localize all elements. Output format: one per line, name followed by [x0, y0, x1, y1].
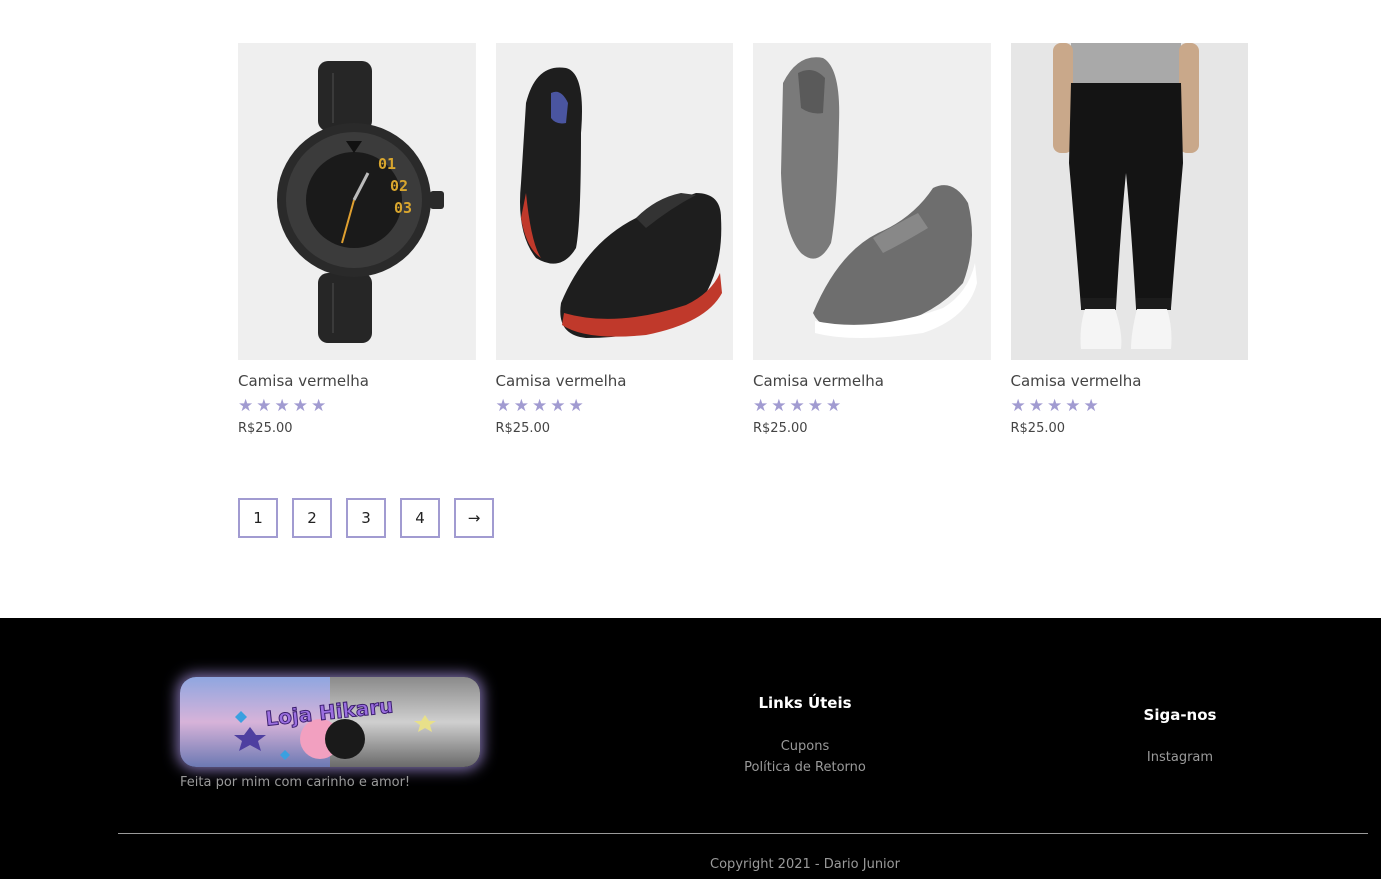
- star-icon: ★: [292, 396, 308, 416]
- product-image-black-sneakers[interactable]: [495, 43, 733, 360]
- product-title[interactable]: Camisa vermelha: [753, 372, 991, 390]
- page: 01 02 03 Camisa vermelha ★ ★ ★ ★ ★ R$25.…: [0, 0, 1381, 879]
- star-icon: ★: [1028, 396, 1044, 416]
- copyright-text: Copyright 2021 - Dario Junior: [710, 857, 900, 872]
- star-icon: ★: [532, 396, 548, 416]
- footer-link-politica-retorno[interactable]: Política de Retorno: [705, 760, 905, 775]
- product-price: R$25.00: [495, 421, 551, 436]
- useful-links-heading: Links Úteis: [758, 694, 852, 712]
- page-3-button[interactable]: 3: [346, 498, 386, 538]
- svg-text:02: 02: [390, 177, 408, 195]
- star-icon: ★: [256, 396, 272, 416]
- star-icon: ★: [238, 396, 254, 416]
- star-icon: ★: [1010, 396, 1026, 416]
- footer: Loja Hikaru Feita por mim com carinho e …: [0, 618, 1381, 879]
- product-price: R$25.00: [238, 421, 293, 436]
- star-icon: ★: [753, 396, 769, 416]
- product-card: Camisa vermelha ★ ★ ★ ★ ★ R$25.00: [495, 43, 734, 436]
- pagination: 1 2 3 4 →: [238, 498, 494, 538]
- page-4-button[interactable]: 4: [400, 498, 440, 538]
- rating-stars: ★ ★ ★ ★ ★: [238, 396, 476, 416]
- product-grid: 01 02 03 Camisa vermelha ★ ★ ★ ★ ★ R$25.…: [238, 43, 1248, 436]
- footer-link-cupons[interactable]: Cupons: [705, 739, 905, 754]
- rating-stars: ★ ★ ★ ★ ★: [1010, 396, 1249, 416]
- star-icon: ★: [1065, 396, 1081, 416]
- product-card: Camisa vermelha ★ ★ ★ ★ ★ R$25.00: [1010, 43, 1249, 436]
- product-image-watch[interactable]: 01 02 03: [238, 43, 476, 360]
- product-title[interactable]: Camisa vermelha: [496, 372, 734, 390]
- product-title[interactable]: Camisa vermelha: [1011, 372, 1249, 390]
- star-icon: ★: [807, 396, 823, 416]
- product-title[interactable]: Camisa vermelha: [238, 372, 476, 390]
- product-price: R$25.00: [753, 421, 808, 436]
- svg-text:03: 03: [394, 199, 412, 217]
- next-page-button[interactable]: →: [454, 498, 494, 538]
- star-icon: ★: [789, 396, 805, 416]
- star-icon: ★: [826, 396, 842, 416]
- star-icon: ★: [1047, 396, 1063, 416]
- rating-stars: ★ ★ ★ ★ ★: [495, 396, 734, 416]
- store-logo[interactable]: Loja Hikaru: [180, 677, 480, 767]
- star-icon: ★: [568, 396, 584, 416]
- svg-text:01: 01: [378, 155, 396, 173]
- follow-us-heading: Siga-nos: [1143, 706, 1217, 724]
- footer-divider: [118, 833, 1368, 834]
- product-price: R$25.00: [1010, 421, 1066, 436]
- page-2-button[interactable]: 2: [292, 498, 332, 538]
- star-icon: ★: [311, 396, 327, 416]
- star-icon: ★: [550, 396, 566, 416]
- footer-link-instagram[interactable]: Instagram: [1080, 750, 1280, 765]
- footer-tagline: Feita por mim com carinho e amor!: [180, 775, 411, 790]
- star-icon: ★: [495, 396, 511, 416]
- product-image-joggers[interactable]: [1010, 43, 1248, 360]
- product-card: 01 02 03 Camisa vermelha ★ ★ ★ ★ ★ R$25.…: [238, 43, 476, 436]
- star-icon: ★: [274, 396, 290, 416]
- star-icon: ★: [513, 396, 529, 416]
- star-icon: ★: [1083, 396, 1099, 416]
- product-card: Camisa vermelha ★ ★ ★ ★ ★ R$25.00: [753, 43, 991, 436]
- product-image-grey-slip-on[interactable]: [753, 43, 991, 360]
- page-1-button[interactable]: 1: [238, 498, 278, 538]
- star-icon: ★: [771, 396, 787, 416]
- rating-stars: ★ ★ ★ ★ ★: [753, 396, 991, 416]
